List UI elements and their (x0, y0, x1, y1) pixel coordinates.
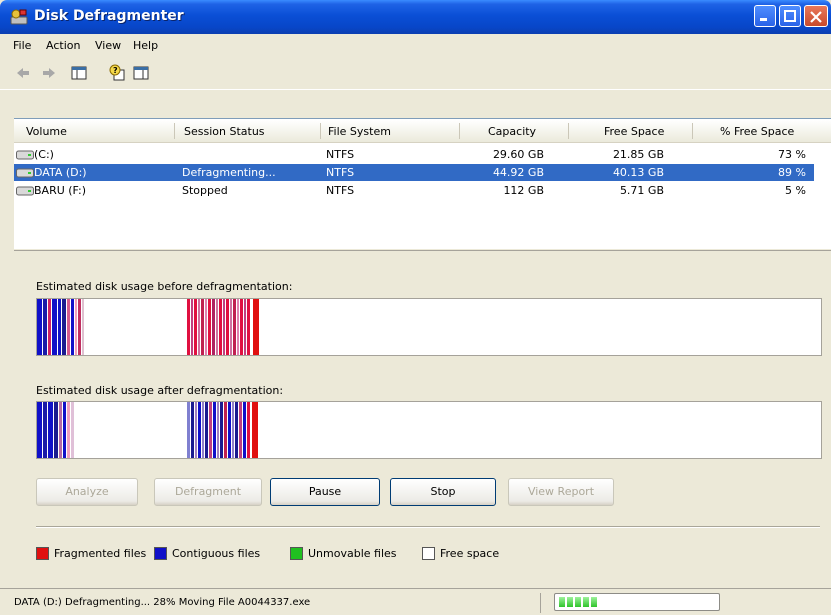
column-divider (174, 123, 175, 139)
properties-icon[interactable] (132, 64, 150, 82)
column-file-system[interactable]: File System (328, 125, 391, 139)
column-divider (320, 123, 321, 139)
progress-block (591, 597, 597, 607)
volume-name: DATA (D:) (34, 166, 87, 179)
progress-block (583, 597, 589, 607)
window-title: Disk Defragmenter (34, 8, 184, 24)
defrag-progress-bar (554, 593, 720, 611)
column-free-space[interactable]: Free Space (604, 125, 664, 139)
stop-button[interactable]: Stop (390, 478, 496, 506)
status-bar: DATA (D:) Defragmenting... 28% Moving Fi… (0, 588, 831, 615)
progress-block (559, 597, 565, 607)
capacity: 112 GB (503, 184, 544, 197)
analyze-button[interactable]: Analyze (36, 478, 138, 506)
progress-block (567, 597, 573, 607)
status-text: DATA (D:) Defragmenting... 28% Moving Fi… (14, 597, 311, 608)
unmovable-files-swatch (290, 547, 303, 560)
contiguous-files-swatch (154, 547, 167, 560)
volume-row-d[interactable]: DATA (D:) Defragmenting... NTFS 44.92 GB… (14, 164, 814, 181)
minimize-button[interactable] (754, 5, 776, 27)
close-button[interactable] (804, 5, 828, 27)
before-defrag-map (37, 299, 259, 355)
progress-fill (559, 597, 603, 607)
column-divider (459, 123, 460, 139)
file-system: NTFS (326, 148, 355, 161)
free-space-label: Free space (440, 547, 500, 560)
hard-drive-icon (16, 150, 34, 160)
after-defrag-map (37, 402, 258, 458)
capacity: 44.92 GB (492, 166, 544, 179)
defragmenter-app-icon (10, 9, 28, 25)
volume-row-c[interactable]: (C:) NTFS 29.60 GB 21.85 GB 73 % (14, 146, 814, 163)
hard-drive-icon (16, 186, 34, 196)
capacity: 29.60 GB (492, 148, 544, 161)
percent-free-space: 89 % (778, 166, 806, 179)
minimize-icon (760, 18, 767, 21)
menu-bar: File Action View Help (0, 34, 831, 56)
fragmented-files-swatch (36, 547, 49, 560)
back-arrow-icon[interactable] (14, 64, 32, 82)
progress-block (575, 597, 581, 607)
title-bar[interactable]: Disk Defragmenter (0, 0, 831, 34)
forward-arrow-icon[interactable] (40, 64, 58, 82)
column-divider (692, 123, 693, 139)
separator (36, 526, 820, 528)
menu-file[interactable]: File (13, 39, 31, 52)
column-session-status[interactable]: Session Status (184, 125, 265, 139)
volume-name: BARU (F:) (34, 184, 87, 197)
before-defrag-display (36, 298, 822, 356)
contiguous-files-label: Contiguous files (172, 547, 261, 560)
toolbar: ? (0, 56, 831, 90)
session-status: Stopped (182, 184, 228, 197)
pause-button[interactable]: Pause (270, 478, 380, 506)
file-system: NTFS (326, 184, 355, 197)
status-divider (540, 593, 541, 613)
show-hide-console-tree-icon[interactable] (70, 64, 88, 82)
percent-free-space: 73 % (778, 148, 806, 161)
free-space: 21.85 GB (612, 148, 664, 161)
fragmented-files-label: Fragmented files (54, 547, 147, 560)
menu-view[interactable]: View (95, 39, 121, 52)
svg-text:?: ? (113, 66, 118, 75)
help-icon[interactable]: ? (108, 64, 126, 82)
unmovable-files-label: Unmovable files (308, 547, 397, 560)
after-defrag-display (36, 401, 822, 459)
free-space: 40.13 GB (612, 166, 664, 179)
volume-row-f[interactable]: BARU (F:) Stopped NTFS 112 GB 5.71 GB 5 … (14, 182, 814, 199)
menu-action[interactable]: Action (46, 39, 80, 52)
close-icon (810, 11, 822, 23)
file-system: NTFS (326, 166, 355, 179)
before-defrag-label: Estimated disk usage before defragmentat… (36, 280, 293, 293)
hard-drive-icon (16, 168, 34, 178)
maximize-button[interactable] (779, 5, 801, 27)
column-percent-free-space[interactable]: % Free Space (720, 125, 794, 139)
percent-free-space: 5 % (785, 184, 806, 197)
free-space: 5.71 GB (619, 184, 664, 197)
after-defrag-label: Estimated disk usage after defragmentati… (36, 384, 284, 397)
view-report-button[interactable]: View Report (508, 478, 614, 506)
volume-name: (C:) (34, 148, 54, 161)
session-status: Defragmenting... (182, 166, 276, 179)
free-space-swatch (422, 547, 435, 560)
column-volume[interactable]: Volume (26, 125, 67, 139)
volume-list-header: Volume Session Status File System Capaci… (14, 120, 831, 143)
column-divider (568, 123, 569, 139)
column-capacity[interactable]: Capacity (488, 125, 536, 139)
maximize-icon (784, 10, 796, 22)
menu-help[interactable]: Help (133, 39, 158, 52)
defragment-button[interactable]: Defragment (154, 478, 262, 506)
